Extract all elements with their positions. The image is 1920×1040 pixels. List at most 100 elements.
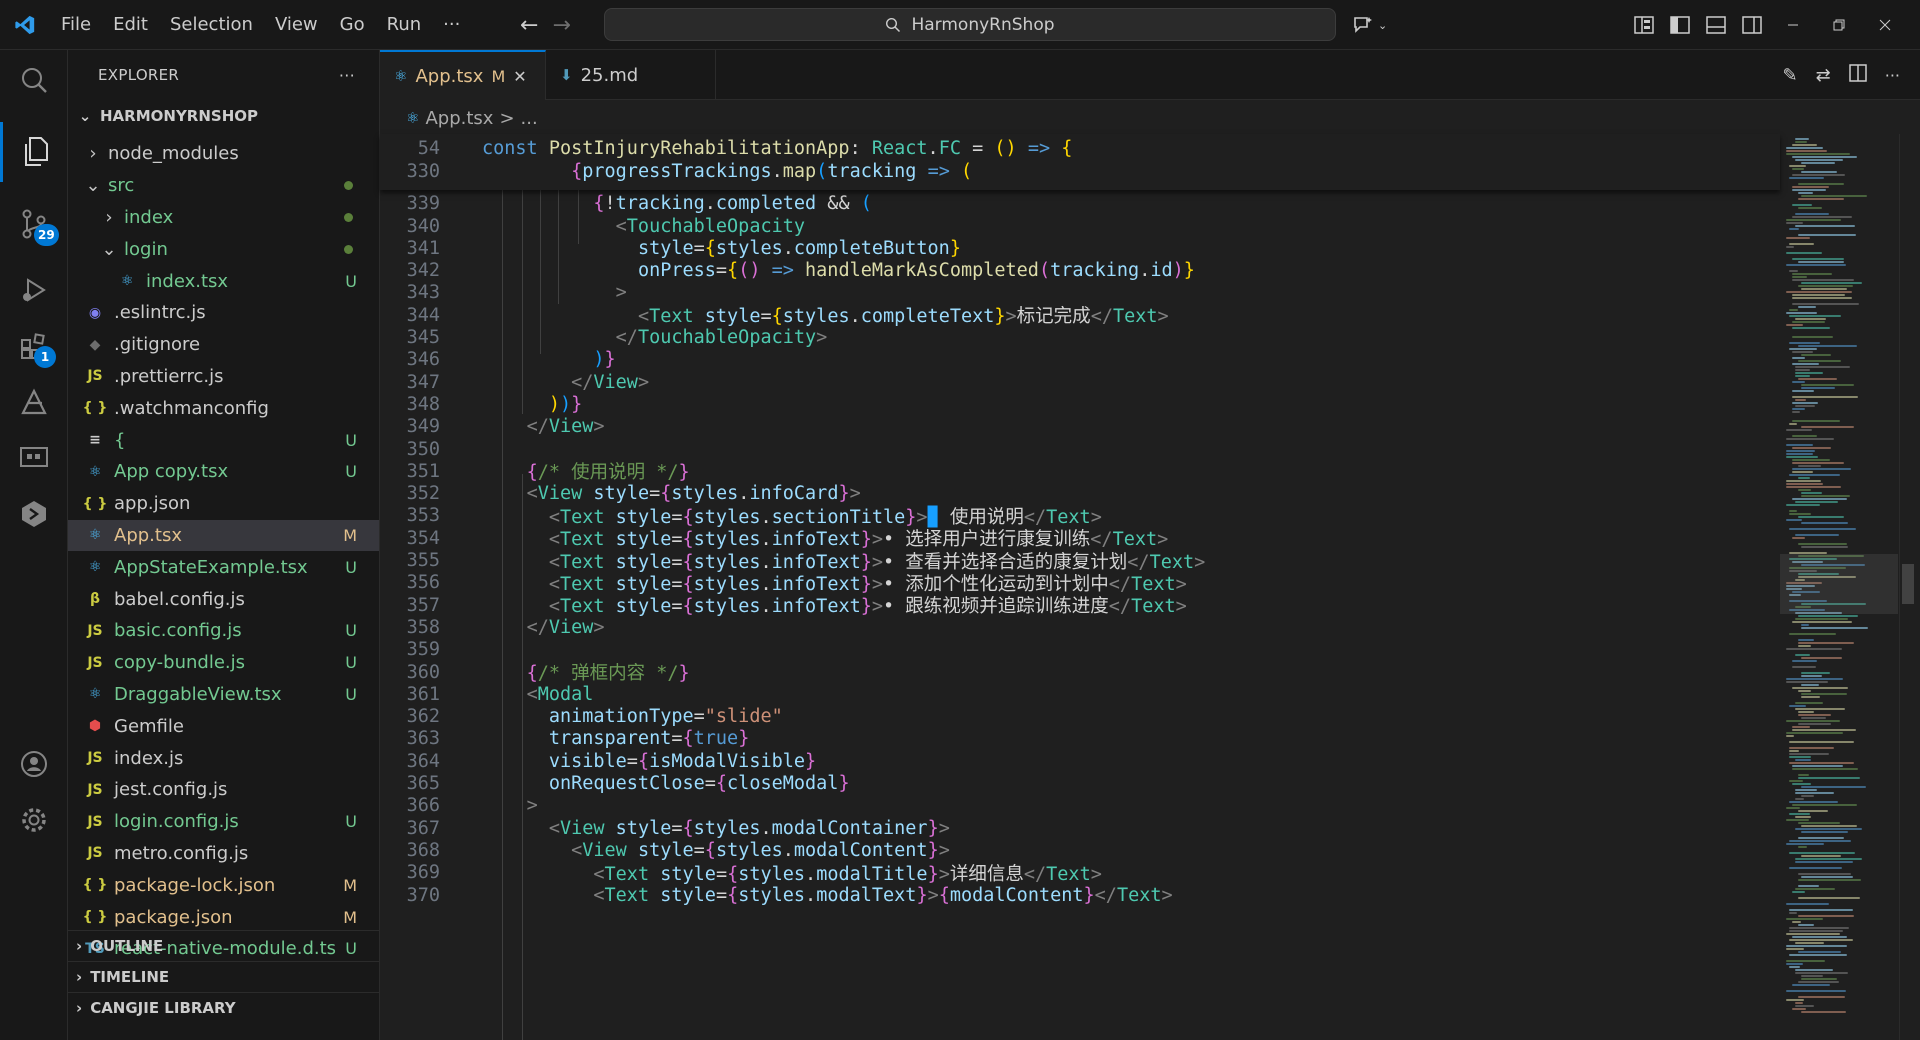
eslint-file-icon: ◉ xyxy=(88,304,102,321)
tree-folder[interactable]: › index xyxy=(68,202,379,234)
code-line[interactable]: 370 <Text style={styles.modalText}>{moda… xyxy=(380,881,1780,909)
menu-item[interactable]: View xyxy=(264,0,329,50)
tree-folder[interactable]: ⌄ src xyxy=(68,170,379,202)
code-token: . xyxy=(760,817,772,839)
tree-folder[interactable]: › node_modules xyxy=(68,138,379,170)
tree-file[interactable]: ⚛ DraggableView.tsx U xyxy=(68,679,379,711)
tree-file[interactable]: ⚛ AppStateExample.tsx U xyxy=(68,551,379,583)
activity-source-control[interactable]: 29 xyxy=(0,194,68,254)
restore-icon[interactable] xyxy=(1816,0,1862,50)
tree-file[interactable]: ⚛ App.tsx M xyxy=(68,519,379,552)
git-status: U xyxy=(345,462,357,482)
tab-app-tsx[interactable]: ⚛ App.tsx M ✕ xyxy=(380,50,546,100)
tree-file[interactable]: ⬢ Gemfile xyxy=(68,710,379,742)
vertical-scrollbar[interactable] xyxy=(1899,134,1914,1040)
breadcrumb-file[interactable]: App.tsx xyxy=(425,108,493,129)
breadcrumb-more[interactable]: ... xyxy=(521,108,538,129)
tree-file[interactable]: { } .watchmanconfig xyxy=(68,392,379,424)
minimap-line xyxy=(1798,192,1813,194)
minimap-line xyxy=(1786,219,1841,221)
code-text: <View style={styles.modalContainer}> xyxy=(482,818,950,839)
section-cangjie-library[interactable]: › CANGJIE LIBRARY xyxy=(68,992,379,1023)
toggle-primary-sidebar-icon[interactable] xyxy=(1662,0,1698,50)
tree-folder[interactable]: ⌄ login xyxy=(68,233,379,265)
toggle-panel-icon[interactable] xyxy=(1698,0,1734,50)
section-timeline[interactable]: › TIMELINE xyxy=(68,961,379,992)
copilot-icon[interactable]: ⌄ xyxy=(1352,13,1392,37)
scrollbar-thumb[interactable] xyxy=(1902,564,1914,604)
customize-layout-icon[interactable] xyxy=(1626,0,1662,50)
close-window-icon[interactable] xyxy=(1862,0,1908,50)
minimap-line xyxy=(1786,252,1822,254)
tree-file[interactable]: JS copy-bundle.js U xyxy=(68,647,379,679)
back-arrow-icon[interactable]: ← xyxy=(520,13,538,38)
minimap-line xyxy=(1789,966,1800,968)
minimap-line xyxy=(1786,807,1800,809)
tree-file[interactable]: { } app.json xyxy=(68,488,379,520)
activity-accounts[interactable] xyxy=(0,734,68,794)
more-actions-icon[interactable]: ··· xyxy=(1885,66,1900,85)
activity-run-debug[interactable] xyxy=(0,260,68,320)
minimap-line xyxy=(1801,855,1841,857)
tree-item-label: index.js xyxy=(114,747,184,769)
activity-deveco[interactable] xyxy=(0,484,68,544)
tree-file[interactable]: ≡ {U xyxy=(68,424,379,456)
menu-item[interactable]: Run xyxy=(376,0,433,50)
activity-settings[interactable] xyxy=(0,790,68,850)
command-center-search[interactable]: HarmonyRnShop xyxy=(604,8,1336,41)
edit-pencil-icon[interactable]: ✎ xyxy=(1783,65,1798,86)
minimap-line xyxy=(1798,378,1837,380)
menu-item[interactable]: ··· xyxy=(432,0,471,50)
compare-changes-icon[interactable]: ⇄ xyxy=(1816,65,1831,86)
tree-file[interactable]: ⚛ App copy.tsx U xyxy=(68,456,379,488)
toggle-secondary-sidebar-icon[interactable] xyxy=(1734,0,1770,50)
tree-file[interactable]: JS login.config.js U xyxy=(68,806,379,838)
close-icon[interactable]: ✕ xyxy=(513,67,526,86)
menu-item[interactable]: Edit xyxy=(102,0,159,50)
line-number: 370 xyxy=(406,884,440,906)
tree-file[interactable]: β babel.config.js xyxy=(68,583,379,615)
markdown-icon: ⬇ xyxy=(560,66,573,84)
menu-item[interactable]: Selection xyxy=(159,0,264,50)
minimap-line xyxy=(1789,801,1838,803)
minimap-viewport[interactable] xyxy=(1780,554,1898,614)
split-editor-icon[interactable] xyxy=(1848,64,1867,86)
tree-file[interactable]: ◉ .eslintrc.js xyxy=(68,297,379,329)
tree-file[interactable]: JS index.js xyxy=(68,742,379,774)
tree-file[interactable]: { } package-lock.json M xyxy=(68,869,379,901)
minimap-line xyxy=(1792,726,1810,728)
activity-remote[interactable] xyxy=(0,428,68,488)
code-editor[interactable]: 339 {!tracking.completed && (340 <Toucha… xyxy=(380,134,1780,1040)
code-token: . xyxy=(805,884,817,906)
forward-arrow-icon[interactable]: → xyxy=(552,13,570,38)
explorer-header: EXPLORER ··· xyxy=(68,50,379,100)
breadcrumb-separator: > xyxy=(499,107,515,129)
activity-search[interactable] xyxy=(0,50,68,110)
code-line[interactable]: 330 {progressTrackings.map(tracking => ( xyxy=(380,158,1780,186)
code-token: modalContainer xyxy=(771,817,928,839)
menu-item[interactable]: File xyxy=(50,0,102,50)
tree-file[interactable]: { } package.json M xyxy=(68,901,379,933)
git-file-icon: ◆ xyxy=(89,336,101,353)
sticky-scroll[interactable]: 54 const PostInjuryRehabilitationApp: Rea… xyxy=(380,134,1780,190)
tree-file[interactable]: JS .prettierrc.js xyxy=(68,361,379,393)
menu-item[interactable]: Go xyxy=(329,0,376,50)
tree-file[interactable]: JS jest.config.js xyxy=(68,774,379,806)
tree-file[interactable]: JS metro.config.js xyxy=(68,838,379,870)
tree-file[interactable]: JS basic.config.js U xyxy=(68,615,379,647)
tree-file[interactable]: ◆ .gitignore xyxy=(68,329,379,361)
activity-harmony[interactable] xyxy=(0,372,68,432)
minimize-icon[interactable] xyxy=(1770,0,1816,50)
tree-file[interactable]: ⚛ index.tsx U xyxy=(68,265,379,297)
explorer-more-icon[interactable]: ··· xyxy=(339,66,355,85)
section-outline[interactable]: › OUTLINE xyxy=(68,930,379,961)
activity-explorer[interactable] xyxy=(0,122,68,182)
workspace-root[interactable]: ⌄ HARMONYRNSHOP xyxy=(68,100,379,132)
tab-25-md[interactable]: ⬇ 25.md xyxy=(546,50,716,100)
minimap-line xyxy=(1798,981,1839,983)
minimap-line xyxy=(1792,537,1805,539)
activity-extensions[interactable]: 1 xyxy=(0,316,68,376)
